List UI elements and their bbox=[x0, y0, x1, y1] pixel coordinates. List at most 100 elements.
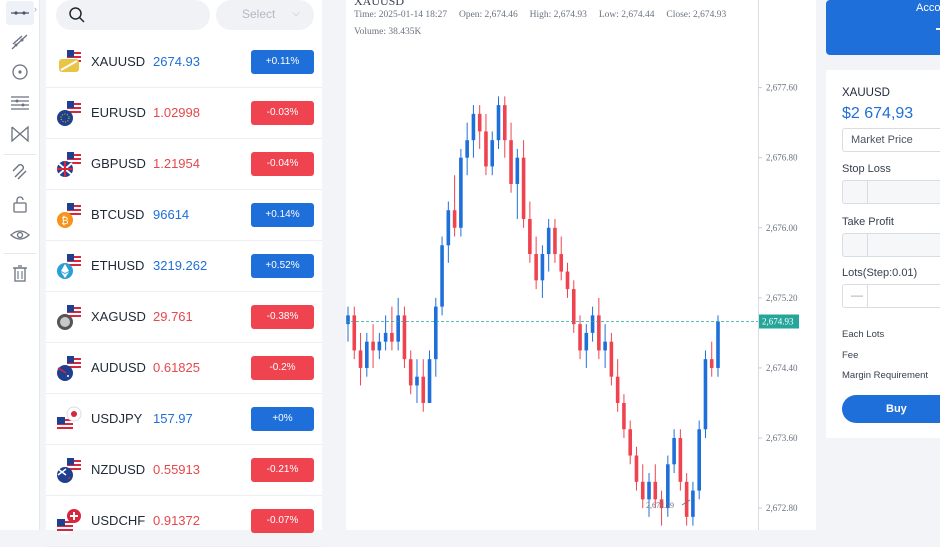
candle-body bbox=[609, 341, 614, 377]
candle-body bbox=[697, 429, 701, 491]
candle-body bbox=[590, 315, 595, 333]
watchlist-change-badge[interactable]: -0.2% bbox=[251, 356, 314, 380]
watchlist-change-badge[interactable]: +0.52% bbox=[251, 254, 314, 278]
watchlist-row[interactable]: EURUSD 1.02998 -0.03% bbox=[46, 88, 322, 139]
watchlist-change-badge[interactable]: +0% bbox=[251, 407, 314, 431]
currency-flag-icon bbox=[59, 50, 81, 72]
currency-flag-icon bbox=[57, 406, 82, 432]
candle-body bbox=[465, 140, 469, 158]
watchlist-change-badge[interactable]: +0.14% bbox=[251, 203, 314, 227]
candle-body bbox=[509, 140, 513, 184]
candle-body bbox=[634, 455, 639, 482]
eye-icon[interactable] bbox=[6, 223, 34, 247]
candle-body bbox=[628, 429, 633, 456]
candle-body bbox=[402, 315, 407, 360]
trade-form: XAUUSD $2 674,93 Market Price Stop Loss … bbox=[826, 70, 940, 438]
magnet-icon[interactable] bbox=[6, 160, 34, 184]
watchlist-row[interactable]: GBPUSD 1.21954 -0.04% bbox=[46, 139, 322, 190]
watchlist-symbol: GBPUSD bbox=[91, 156, 146, 171]
candle-body bbox=[471, 113, 476, 141]
candle-body bbox=[546, 227, 551, 255]
trend-lines-icon[interactable] bbox=[6, 30, 34, 54]
lock-icon[interactable] bbox=[6, 192, 34, 216]
watchlist-row[interactable]: AUDUSD 0.61825 -0.2% bbox=[46, 343, 322, 394]
candle-body bbox=[371, 341, 375, 351]
candle-body bbox=[346, 315, 350, 325]
y-tick-label: 2,675.20 bbox=[766, 293, 798, 303]
candle-body bbox=[565, 271, 570, 290]
candle-body bbox=[584, 332, 589, 351]
svg-text:₿: ₿ bbox=[61, 215, 68, 227]
candle-body bbox=[477, 113, 482, 132]
watchlist-change-badge[interactable]: -0.38% bbox=[251, 305, 314, 329]
candlestick-chart[interactable]: 2,677.60 2,676.80 2,676.00 2,675.20 2,674.40… bbox=[346, 0, 816, 530]
take-profit-input[interactable] bbox=[842, 233, 940, 257]
order-panel: Acco XAUUSD $2 674,93 Market Price Stop … bbox=[826, 0, 940, 530]
watchlist-symbol: NZDUSD bbox=[91, 462, 146, 477]
candle-body bbox=[603, 341, 607, 351]
account-label: Acco bbox=[916, 2, 940, 14]
watchlist-row[interactable]: XAGUSD 29.761 -0.38% bbox=[46, 292, 322, 343]
candle-body bbox=[553, 227, 557, 255]
watchlist-symbol: AUDUSD bbox=[91, 360, 146, 375]
order-price: $2 674,93 bbox=[842, 105, 914, 122]
currency-flag-icon bbox=[57, 101, 81, 126]
candle-body bbox=[446, 210, 451, 246]
last-price-label: 2,674.93 bbox=[762, 317, 794, 327]
watchlist-row[interactable]: NZDUSD 0.55913 -0.21% bbox=[46, 445, 322, 496]
order-type-value: Market Price bbox=[851, 134, 913, 146]
candle-body bbox=[396, 315, 400, 342]
currency-flag-icon bbox=[57, 254, 81, 279]
candle-body bbox=[559, 254, 564, 272]
candle-body bbox=[421, 376, 426, 403]
watchlist-change-badge[interactable]: +0.11% bbox=[251, 50, 314, 74]
candle-body bbox=[691, 490, 695, 517]
order-type-select[interactable]: Market Price bbox=[842, 128, 940, 152]
watchlist-price: 1.21954 bbox=[153, 156, 200, 171]
stop-loss-input[interactable] bbox=[842, 180, 940, 204]
watchlist-change-badge[interactable]: -0.03% bbox=[251, 101, 314, 125]
currency-flag-icon bbox=[57, 152, 81, 177]
drawing-toolbar: › bbox=[0, 0, 40, 530]
watchlist-row[interactable]: XAUUSD 2674.93 +0.11% bbox=[46, 37, 322, 88]
watchlist-price: 0.55913 bbox=[153, 462, 200, 477]
watchlist-row[interactable]: USDCHF 0.91372 -0.07% bbox=[46, 496, 322, 547]
watchlist-change-badge[interactable]: -0.04% bbox=[251, 152, 314, 176]
candle-body bbox=[622, 402, 626, 430]
y-tick-label: 2,677.60 bbox=[766, 83, 798, 93]
category-select[interactable]: Select ⌵ bbox=[216, 0, 314, 30]
account-button[interactable]: Acco bbox=[826, 0, 940, 55]
currency-flag-icon: ₿ bbox=[57, 203, 81, 228]
watchlist-row[interactable]: ₿ BTCUSD 96614 +0.14% bbox=[46, 190, 322, 241]
watchlist-price: 96614 bbox=[153, 207, 190, 222]
watchlist-symbol: XAGUSD bbox=[91, 309, 146, 324]
trash-icon[interactable] bbox=[6, 261, 34, 285]
watchlist-symbol: EURUSD bbox=[91, 105, 146, 120]
watchlist-row[interactable]: ETHUSD 3219.262 +0.52% bbox=[46, 241, 322, 292]
account-balance-bar bbox=[936, 28, 940, 30]
candle-body bbox=[640, 481, 645, 500]
select-placeholder: Select bbox=[242, 7, 276, 21]
lots-stepper[interactable]: — bbox=[842, 284, 940, 308]
stop-loss-divider bbox=[867, 181, 868, 203]
lots-decrement-button[interactable]: — bbox=[851, 288, 863, 302]
take-profit-label: Take Profit bbox=[842, 216, 894, 228]
watchlist-change-badge[interactable]: -0.21% bbox=[251, 458, 314, 482]
candle-body bbox=[521, 157, 526, 220]
candle-body bbox=[427, 359, 432, 403]
watchlist-symbol: USDCHF bbox=[91, 513, 146, 528]
fib-levels-icon[interactable] bbox=[6, 91, 34, 115]
pattern-icon[interactable] bbox=[6, 122, 34, 146]
watchlist-change-badge[interactable]: -0.07% bbox=[251, 509, 314, 533]
buy-button[interactable]: Buy bbox=[842, 395, 940, 423]
candle-body bbox=[534, 254, 538, 281]
candle-body bbox=[672, 438, 676, 465]
watchlist-row[interactable]: USDJPY 157.97 +0% bbox=[46, 394, 322, 445]
chevron-right-icon[interactable]: › bbox=[34, 4, 37, 14]
horizontal-line-icon[interactable] bbox=[6, 1, 34, 25]
candle-body bbox=[647, 481, 651, 500]
watchlist-price: 0.61825 bbox=[153, 360, 200, 375]
crosshair-icon[interactable] bbox=[6, 60, 34, 84]
candle-body bbox=[597, 315, 601, 351]
search-input[interactable] bbox=[56, 0, 210, 30]
